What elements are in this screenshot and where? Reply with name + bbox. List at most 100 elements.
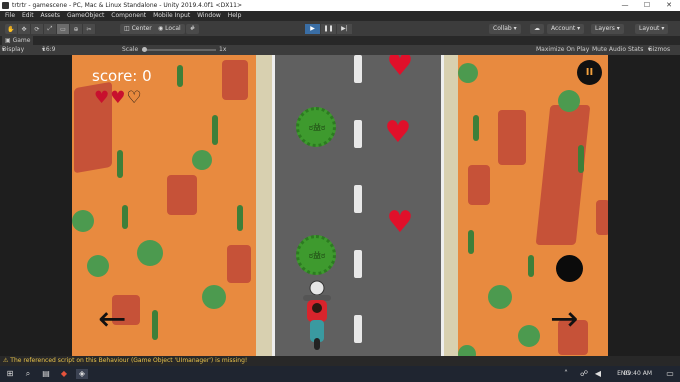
menu-edit[interactable]: Edit [22,11,34,21]
gizmos-label: Gizmos [648,46,671,53]
rotate-tool-icon[interactable]: ⟳ [31,24,44,34]
virus-enemy-icon: ಠ益ಠ [296,235,336,275]
heart-pickup-icon: ♥ [386,205,414,240]
gizmos-dropdown[interactable]: Gizmos ▾ [648,45,670,55]
layout-dropdown[interactable]: Layout ▾ [635,24,669,34]
lane-dash [354,55,362,83]
bush [87,255,109,277]
minimize-icon[interactable]: — [614,0,636,11]
unity-logo-icon [2,2,9,9]
clock[interactable]: 09:40 AM [624,369,652,379]
curb-right [444,55,458,356]
virus-face: ಠ益ಠ [308,123,326,132]
menu-mobile-input[interactable]: Mobile Input [153,11,190,21]
right-arrow-button[interactable]: → [550,302,579,336]
search-icon[interactable]: ⌕ [22,369,34,379]
pause-button[interactable]: II [577,60,602,85]
notifications-icon[interactable]: ▭ [664,369,676,379]
game-screen[interactable]: score: 0 ♥ ♥ ♡ II ♥ ♥ ♥ ಠ益ಠ ಠ益ಠ ← → [72,55,608,356]
transform-tool-icon[interactable]: ⊕ [70,24,83,34]
transform-tools: ✋ ✥ ⟳ ⤢ ▭ ⊕ ✂ [5,24,96,34]
local-label: Local [165,25,181,32]
rock [167,175,197,215]
menu-help[interactable]: Help [228,11,242,21]
cloud-icon[interactable]: ☁ [530,24,544,34]
lane-dash [354,120,362,148]
life-heart-icon: ♥ [110,88,126,108]
console-status-bar[interactable]: ⚠ The referenced script on this Behaviou… [0,356,680,366]
play-icon[interactable]: ▶ [305,24,320,34]
scale-tool-icon[interactable]: ⤢ [44,24,57,34]
rock [596,200,608,235]
move-tool-icon[interactable]: ✥ [18,24,31,34]
aspect-label: 16:9 [42,46,56,53]
unity-taskbar-icon[interactable]: ◈ [76,369,88,379]
hand-tool-icon[interactable]: ✋ [5,24,18,34]
file-explorer-icon[interactable]: ▤ [40,369,52,379]
cactus [212,115,218,145]
scale-slider-knob[interactable] [142,47,147,52]
maximize-icon[interactable]: ☐ [636,0,658,11]
tab-game[interactable]: ▣ Game [2,36,34,45]
bush [202,285,226,309]
windows-taskbar: ⊞ ⌕ ▤ ◆ ◈ ˄ ☍ ◀ ENG 09:40 AM ▭ [0,366,680,382]
close-icon[interactable]: ✕ [658,0,680,11]
game-view-toolbar: Display 1 ▾ 16:9 ▾ Scale 1x Maximize On … [0,45,680,63]
window-title: trtrtr - gamescene - PC, Mac & Linux Sta… [12,2,242,9]
scale-slider[interactable] [142,47,216,52]
menu-component[interactable]: Component [111,11,146,21]
left-arrow-button[interactable]: ← [98,302,127,336]
menu-gameobject[interactable]: GameObject [67,11,104,21]
menu-assets[interactable]: Assets [41,11,61,21]
volume-icon[interactable]: ◀ [592,369,604,379]
account-dropdown[interactable]: Account ▾ [547,24,585,34]
heart-pickup-icon: ♥ [386,55,414,83]
maximize-on-play-toggle[interactable]: Maximize On Play [536,45,589,55]
rock [227,245,251,283]
system-tray-chevron-icon[interactable]: ˄ [560,369,572,379]
lives-hearts: ♥ ♥ ♡ [94,90,143,107]
action-button[interactable] [556,255,583,282]
game-view-header: ▣ Game [0,36,680,45]
layers-dropdown[interactable]: Layers ▾ [591,24,624,34]
cactus [122,205,128,229]
rock [535,105,591,245]
collab-dropdown[interactable]: Collab ▾ [489,24,521,34]
pivot-local-toggle[interactable]: ◉ Local [154,24,185,34]
stats-toggle[interactable]: Stats [628,45,643,55]
life-heart-empty-icon: ♡ [126,88,142,108]
cactus [237,205,243,231]
life-heart-icon: ♥ [94,88,110,108]
cactus [473,115,479,141]
rock [468,165,490,205]
pause-icon[interactable]: ❚❚ [321,24,336,34]
bush [458,63,478,83]
desert-right [458,55,608,356]
virus-enemy-icon: ಠ益ಠ [296,107,336,147]
status-message: The referenced script on this Behaviour … [10,357,248,364]
rect-tool-icon[interactable]: ▭ [57,24,70,34]
layers-label: Layers [595,25,615,32]
game-tab-label: Game [12,37,31,44]
browser-icon[interactable]: ◆ [58,369,70,379]
grid-snap-button[interactable]: # [186,24,200,34]
aspect-dropdown[interactable]: 16:9 ▾ [42,45,55,55]
windows-start-icon[interactable]: ⊞ [4,369,16,379]
bush [137,240,163,266]
rock [222,60,248,100]
mute-audio-toggle[interactable]: Mute Audio [592,45,626,55]
menu-file[interactable]: File [5,11,15,21]
menu-bar: File Edit Assets GameObject Component Mo… [0,11,680,21]
player-motorbike [303,280,331,350]
game-viewport: score: 0 ♥ ♥ ♡ II ♥ ♥ ♥ ಠ益ಠ ಠ益ಠ ← → [0,55,680,356]
cactus [528,255,534,277]
step-icon[interactable]: ▶| [337,24,352,34]
custom-tool-icon[interactable]: ✂ [83,24,96,34]
display-dropdown[interactable]: Display 1 ▾ [2,45,24,63]
virus-face: ಠ益ಠ [308,251,326,260]
menu-window[interactable]: Window [197,11,221,21]
network-icon[interactable]: ☍ [578,369,590,379]
pivot-center-toggle[interactable]: ◫ Center [120,24,156,34]
main-toolbar: ✋ ✥ ⟳ ⤢ ▭ ⊕ ✂ ◫ Center ◉ Local # ▶ ❚❚ ▶|… [0,21,680,36]
cactus [152,310,158,340]
